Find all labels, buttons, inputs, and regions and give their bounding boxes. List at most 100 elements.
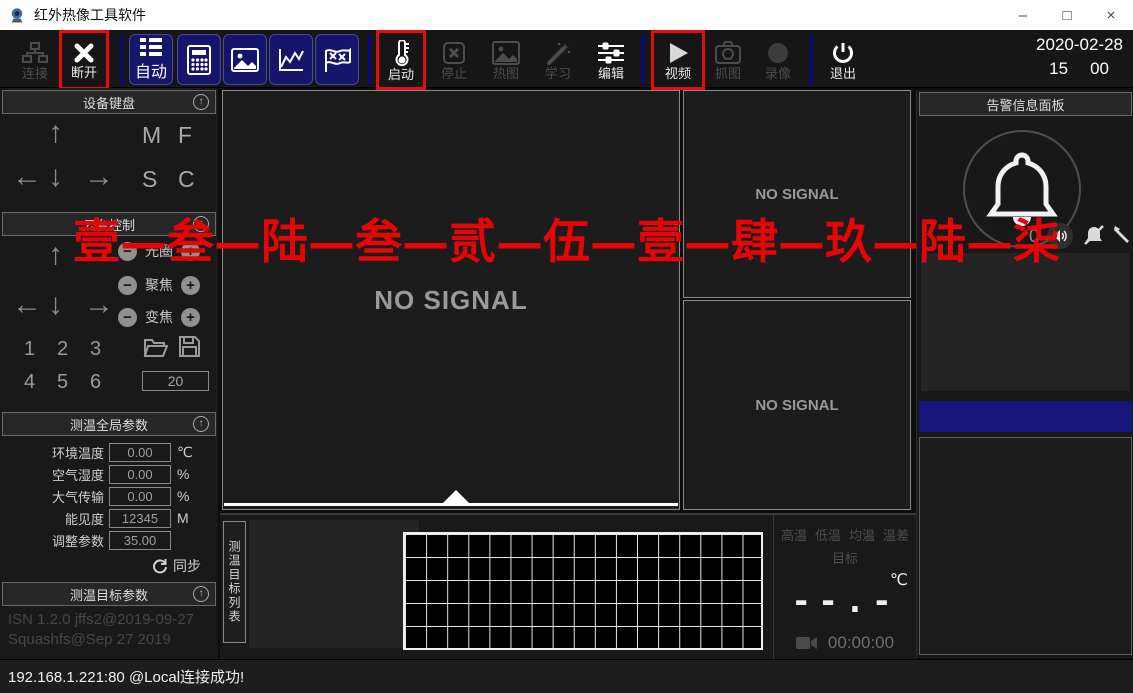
alarm-selected-row[interactable] [919, 401, 1132, 432]
chevron-up-circle-icon[interactable]: ↑ [193, 94, 209, 110]
visibility-unit: M [177, 510, 189, 526]
firmware-line1: ISN 1.2.0 jffs2@2019-09-27 [8, 611, 194, 628]
snapshot-button[interactable]: 抓图 [706, 33, 750, 87]
preset-3-button[interactable]: 3 [90, 338, 101, 361]
toolbar-separator [121, 34, 123, 84]
connect-icon [22, 41, 48, 65]
maximize-button[interactable]: □ [1045, 0, 1089, 30]
global-params-title: 测温全局参数 [70, 415, 148, 434]
preset-number-input[interactable]: 20 [142, 371, 209, 391]
visibility-input[interactable]: 12345 [109, 509, 171, 528]
ptz-control-header[interactable]: 云台控制 ↑ [2, 212, 216, 236]
video-scrubber-track[interactable] [224, 503, 678, 506]
heatmap-button[interactable]: 热图 [484, 33, 528, 87]
preset-5-button[interactable]: 5 [57, 371, 68, 394]
image-icon [231, 48, 259, 72]
main-video-panel[interactable]: NO SIGNAL [222, 90, 680, 510]
bell-muted-icon [1083, 225, 1105, 245]
focus-minus-button[interactable]: − [118, 276, 137, 295]
zoom-plus-button[interactable]: + [181, 308, 200, 327]
alarm-list[interactable] [921, 253, 1130, 391]
target-grid [403, 532, 763, 650]
target-params-title: 测温目标参数 [70, 585, 148, 604]
key-f[interactable]: F [178, 122, 192, 149]
high-temp-label[interactable]: 高温 [781, 525, 807, 544]
flag-icon [322, 47, 352, 73]
humidity-input[interactable]: 0.00 [109, 465, 171, 484]
preset-1-button[interactable]: 1 [24, 338, 35, 361]
diff-temp-label[interactable]: 温差 [883, 525, 909, 544]
app-window: 红外热像工具软件 – □ × 连接 断开 自动 [0, 0, 1133, 693]
ambient-temp-input[interactable]: 0.00 [109, 443, 171, 462]
ptz-left-arrow[interactable]: ← [12, 290, 42, 320]
key-down-arrow[interactable]: ↓ [48, 162, 63, 192]
aux-video-bottom-panel[interactable]: NO SIGNAL [683, 300, 911, 510]
tools-button[interactable] [1113, 225, 1131, 245]
preset-2-button[interactable]: 2 [57, 338, 68, 361]
key-up-arrow[interactable]: ↑ [48, 118, 63, 148]
firmware-line2: Squashfs@Sep 27 2019 [8, 631, 171, 648]
chevron-up-circle-icon[interactable]: ↑ [193, 416, 209, 432]
alarm-panel: 告警信息面板 0 [916, 90, 1133, 658]
learn-button[interactable]: 学习 [536, 33, 580, 87]
low-temp-label[interactable]: 低温 [815, 525, 841, 544]
preset-4-button[interactable]: 4 [24, 371, 35, 394]
aux-video-top-panel[interactable]: NO SIGNAL [683, 90, 911, 298]
aux-top-no-signal-text: NO SIGNAL [755, 186, 838, 203]
adjust-param-input[interactable]: 35.00 [109, 531, 171, 550]
tools-icon [1113, 225, 1131, 245]
transmission-input[interactable]: 0.00 [109, 487, 171, 506]
ptz-right-arrow[interactable]: → [84, 290, 114, 320]
bell-muted-button[interactable] [1083, 225, 1105, 245]
iris-plus-button[interactable]: + [181, 242, 200, 261]
tab-target-list[interactable]: 测温目标列表 [223, 521, 246, 643]
video-button[interactable]: 视频 [654, 33, 702, 87]
stop-button[interactable]: 停止 [432, 33, 476, 87]
record-button[interactable]: 录像 [756, 33, 800, 87]
preset-6-button[interactable]: 6 [90, 371, 101, 394]
edit-button[interactable]: 编辑 [588, 33, 634, 87]
disconnect-button[interactable]: 断开 [62, 33, 106, 87]
focus-plus-button[interactable]: + [181, 276, 200, 295]
sync-button[interactable]: 同步 [152, 556, 201, 576]
device-keyboard-header[interactable]: 设备键盘 ↑ [2, 90, 216, 114]
disconnect-x-icon [73, 42, 95, 64]
toolbar-separator [810, 34, 812, 84]
humidity-label: 空气湿度 [0, 465, 104, 484]
key-right-arrow[interactable]: → [84, 162, 114, 192]
avg-temp-label[interactable]: 均温 [849, 525, 875, 544]
key-left-arrow[interactable]: ← [12, 162, 42, 192]
curve-button[interactable] [269, 34, 313, 85]
ambient-temp-unit: ℃ [177, 444, 193, 461]
iris-minus-button[interactable]: − [118, 242, 137, 261]
key-m[interactable]: M [142, 122, 161, 149]
transmission-row: 大气传输 0.00 % [0, 485, 218, 507]
title-bar: 红外热像工具软件 – □ × [0, 0, 1133, 30]
image-button[interactable] [223, 34, 267, 85]
video-scrubber-handle[interactable] [443, 490, 469, 503]
auto-button[interactable]: 自动 [129, 34, 173, 85]
connect-button[interactable]: 连接 [12, 33, 58, 87]
chevron-up-circle-icon[interactable]: ↑ [193, 216, 209, 232]
key-s[interactable]: S [142, 166, 157, 193]
target-params-header[interactable]: 测温目标参数 ↑ [2, 582, 216, 606]
alarm-detail-box [919, 437, 1132, 655]
minimize-button[interactable]: – [1001, 0, 1045, 30]
folder-open-icon[interactable] [143, 336, 168, 358]
global-params-header[interactable]: 测温全局参数 ↑ [2, 412, 216, 436]
zoom-minus-button[interactable]: − [118, 308, 137, 327]
start-button[interactable]: 启动 [379, 33, 423, 87]
exit-button[interactable]: 退出 [820, 33, 866, 87]
close-button[interactable]: × [1089, 0, 1133, 30]
visibility-label: 能见度 [0, 509, 104, 528]
ptz-up-arrow[interactable]: ↑ [48, 240, 63, 270]
flag-button[interactable] [315, 34, 359, 85]
ptz-down-arrow[interactable]: ↓ [48, 290, 63, 320]
speaker-button[interactable] [1047, 223, 1073, 249]
save-icon[interactable] [178, 335, 201, 358]
stop-icon [442, 41, 466, 65]
chevron-up-circle-icon[interactable]: ↑ [193, 586, 209, 602]
sync-label: 同步 [173, 556, 201, 576]
key-c[interactable]: C [178, 166, 195, 193]
calculator-button[interactable] [177, 34, 221, 85]
